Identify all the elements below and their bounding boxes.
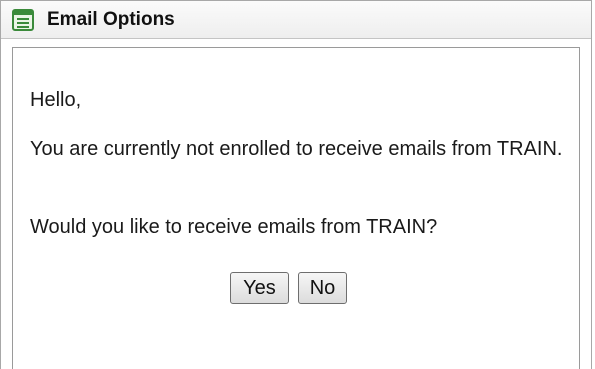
greeting-text: Hello, [30,89,82,111]
subscribe-question-text: Would you like to receive emails from TR… [30,216,438,238]
dialog-title: Email Options [47,8,175,30]
dialog-content-frame [12,47,580,369]
dialog-titlebar: Email Options [1,1,591,39]
yes-button[interactable]: Yes [230,272,289,304]
document-list-icon [11,8,35,32]
email-options-dialog: Email Options Hello, You are currently n… [0,0,592,369]
no-button[interactable]: No [298,272,347,304]
enrollment-status-text: You are currently not enrolled to receiv… [30,138,563,160]
